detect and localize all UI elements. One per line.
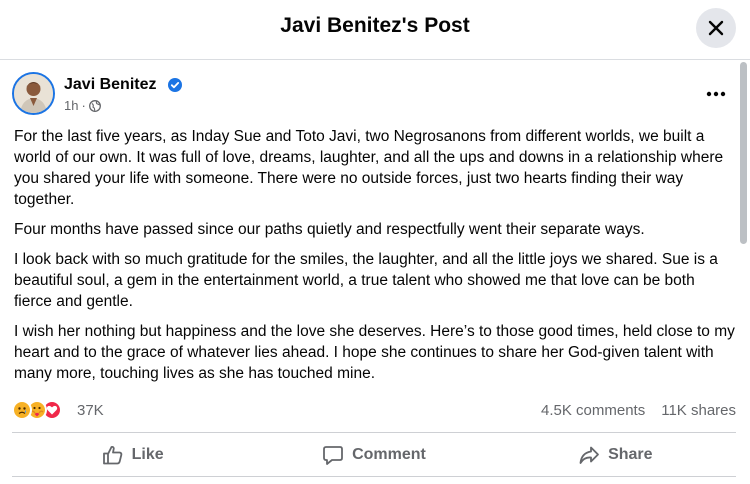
share-icon [579, 446, 599, 464]
scrollbar[interactable] [740, 62, 747, 244]
post-actions: Like Comment Share [12, 436, 736, 474]
globe-icon [88, 99, 101, 112]
comments-count[interactable]: 4.5K comments [541, 402, 645, 419]
sad-reaction-icon [12, 400, 32, 420]
like-label: Like [131, 446, 164, 463]
post-paragraph: Four months have passed since our paths … [14, 221, 645, 238]
comment-label: Comment [352, 446, 426, 463]
engagement-counts: 4.5K comments 11K shares [541, 402, 736, 419]
like-button[interactable]: Like [12, 436, 253, 474]
more-horizontal-icon [706, 91, 726, 97]
close-button[interactable] [696, 8, 736, 48]
post-body: For the last five years, as Inday Sue an… [14, 126, 736, 393]
close-icon [708, 20, 724, 36]
more-options-button[interactable] [700, 84, 732, 104]
post-paragraph: I wish her nothing but happiness and the… [14, 323, 735, 382]
post-paragraph: I look back with so much gratitude for t… [14, 251, 718, 310]
author-name[interactable]: Javi Benitez [64, 76, 156, 94]
comment-icon [323, 446, 343, 465]
reactions-summary[interactable] [12, 400, 62, 420]
post-dialog-header: Javi Benitez's Post [0, 0, 750, 60]
post-paragraph: For the last five years, as Inday Sue an… [14, 128, 724, 208]
divider [12, 432, 736, 433]
share-label: Share [608, 446, 653, 463]
post-time[interactable]: 1h [64, 98, 78, 113]
avatar[interactable] [12, 72, 55, 115]
dialog-title: Javi Benitez's Post [280, 14, 470, 37]
comment-button[interactable]: Comment [253, 436, 494, 474]
post-meta: 1h · [64, 98, 101, 113]
thumbs-up-icon [102, 446, 122, 465]
verified-badge-icon [168, 78, 182, 92]
post-stats: 37K 4.5K comments 11K shares [12, 398, 736, 422]
post-header: Javi Benitez 1h · [12, 72, 732, 122]
shares-count[interactable]: 11K shares [661, 402, 736, 419]
divider [12, 476, 736, 477]
share-button[interactable]: Share [495, 436, 736, 474]
meta-separator: · [81, 98, 86, 113]
reaction-count[interactable]: 37K [77, 402, 104, 419]
